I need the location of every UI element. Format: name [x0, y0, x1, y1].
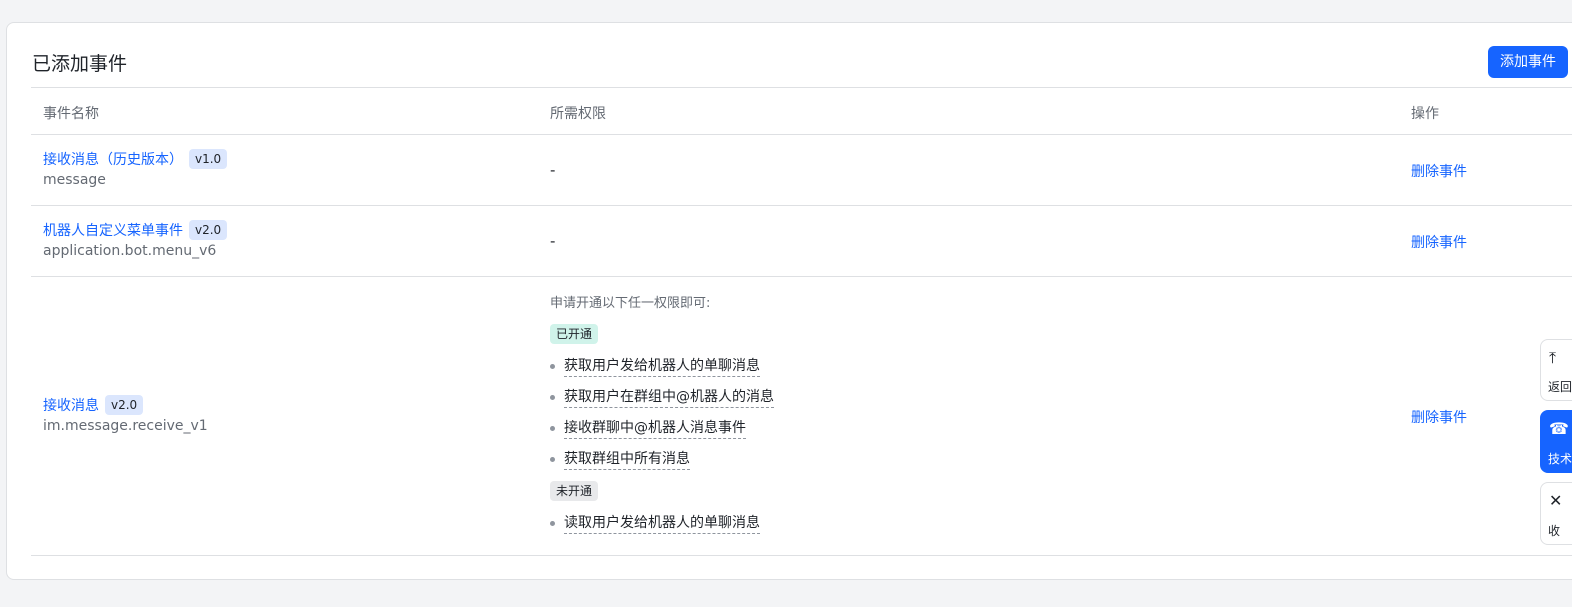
permission-link[interactable]: 接收群聊中@机器人消息事件 [564, 417, 746, 439]
event-key: application.bot.menu_v6 [43, 243, 217, 259]
permission-item: 接收群聊中@机器人消息事件 [550, 417, 746, 439]
back-to-top-label: 返回 [1548, 380, 1572, 394]
collapse-icon: ✕ [1549, 491, 1563, 510]
permission-link[interactable]: 获取用户在群组中@机器人的消息 [564, 386, 774, 408]
event-key: im.message.receive_v1 [43, 418, 208, 434]
events-card: 已添加事件 添加事件 事件名称 所需权限 操作 接收消息（历史版本） v1.0 … [6, 22, 1572, 580]
column-header-actions: 操作 [1411, 106, 1439, 122]
table-row: 接收消息 v2.0 im.message.receive_v1 申请开通以下任一… [31, 277, 1572, 555]
permission-link[interactable]: 读取用户发给机器人的单聊消息 [564, 512, 760, 534]
permission-link[interactable]: 获取群组中所有消息 [564, 448, 690, 470]
event-name-link[interactable]: 接收消息（历史版本） [43, 149, 183, 169]
permission-none: - [550, 232, 556, 250]
delete-event-button[interactable]: 删除事件 [1411, 407, 1467, 427]
tech-support-button[interactable]: ☎ 技术 [1540, 410, 1572, 473]
version-badge: v2.0 [189, 220, 228, 240]
collapse-label: 收 [1548, 524, 1561, 538]
collapse-button[interactable]: ✕ 收 [1540, 482, 1572, 545]
support-icon: ☎ [1549, 419, 1569, 438]
table-row: 机器人自定义菜单事件 v2.0 application.bot.menu_v6 … [31, 206, 1572, 276]
permission-item: 获取用户发给机器人的单聊消息 [550, 355, 760, 377]
version-badge: v1.0 [189, 149, 228, 169]
permission-link[interactable]: 获取用户发给机器人的单聊消息 [564, 355, 760, 377]
permission-intro: 申请开通以下任一权限即可: [550, 296, 711, 311]
column-header-event-name: 事件名称 [43, 106, 99, 122]
permission-item: 获取用户在群组中@机器人的消息 [550, 386, 774, 408]
event-key: message [43, 172, 106, 188]
back-to-top-icon: ⤒ [1549, 348, 1557, 367]
delete-event-button[interactable]: 删除事件 [1411, 232, 1467, 252]
back-to-top-button[interactable]: ⤒ 返回 [1540, 339, 1572, 401]
table-row: 接收消息（历史版本） v1.0 message - 删除事件 [31, 135, 1572, 205]
version-badge: v2.0 [105, 395, 144, 415]
event-name-link[interactable]: 接收消息 [43, 395, 99, 415]
tech-support-label: 技术 [1548, 452, 1572, 466]
disabled-tag: 未开通 [550, 481, 599, 501]
page-title: 已添加事件 [32, 53, 128, 75]
divider [31, 87, 1572, 88]
delete-event-button[interactable]: 删除事件 [1411, 161, 1467, 181]
column-header-permissions: 所需权限 [550, 106, 606, 122]
permission-none: - [550, 161, 556, 179]
divider [31, 555, 1572, 556]
permission-item: 获取群组中所有消息 [550, 448, 690, 470]
permission-item: 读取用户发给机器人的单聊消息 [550, 512, 760, 534]
add-event-button[interactable]: 添加事件 [1488, 46, 1568, 78]
event-name-link[interactable]: 机器人自定义菜单事件 [43, 220, 183, 240]
enabled-tag: 已开通 [550, 324, 599, 344]
